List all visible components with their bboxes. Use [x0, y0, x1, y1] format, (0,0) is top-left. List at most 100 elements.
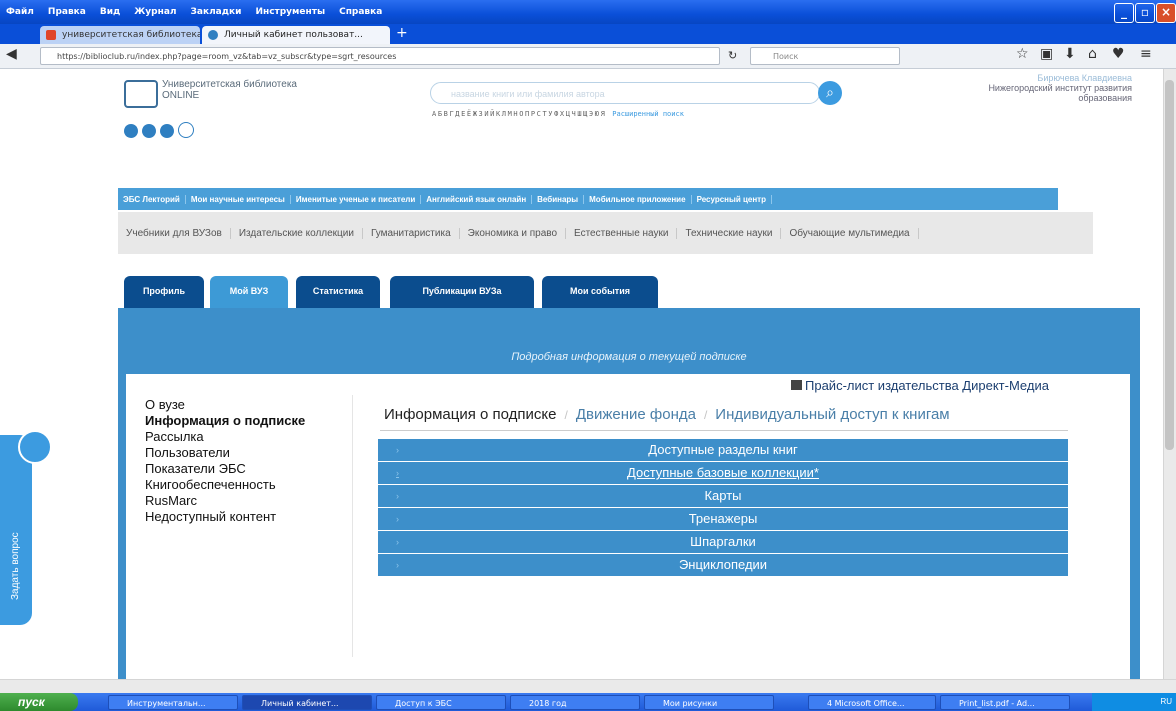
nav-item[interactable]: ЭБС Лекторий	[118, 194, 186, 204]
category-item[interactable]: Обучающие мультимедиа	[781, 227, 919, 239]
side-menu-item[interactable]: Книгообеспеченность	[145, 477, 305, 493]
nav-item[interactable]: Мобильное приложение	[584, 194, 692, 204]
chat-icon[interactable]	[18, 430, 52, 464]
side-menu: О вузе Информация о подписке Рассылка По…	[145, 397, 305, 525]
chevron-icon: ›	[396, 468, 399, 478]
menu-edit[interactable]: Правка	[48, 7, 86, 17]
section-row-encyclopedias[interactable]: › Энциклопедии	[378, 554, 1068, 576]
section-label: Шпаргалки	[690, 534, 756, 549]
tab-profile[interactable]: Профиль	[124, 276, 204, 308]
side-menu-item[interactable]: Пользователи	[145, 445, 305, 461]
main-navigation: ЭБС Лекторий Мои научные интересы Именит…	[118, 188, 1058, 210]
vk-icon[interactable]	[124, 124, 138, 138]
menu-bookmarks[interactable]: Закладки	[191, 7, 242, 17]
taskbar-item-active[interactable]: Личный кабинет...	[242, 695, 372, 710]
nav-item[interactable]: Именитые ученые и писатели	[291, 194, 422, 204]
browser-tab-library[interactable]: университетская библиотека	[40, 26, 200, 44]
tab-my-university[interactable]: Мой ВУЗ	[210, 276, 288, 308]
taskbar-item[interactable]: Мои рисунки	[644, 695, 774, 710]
info-tab-individual[interactable]: Индивидуальный доступ к книгам	[715, 406, 949, 423]
category-item[interactable]: Экономика и право	[460, 227, 567, 239]
menu-file[interactable]: Файл	[6, 7, 34, 17]
taskbar-item[interactable]: Print_list.pdf - Ad...	[940, 695, 1070, 710]
search-placeholder: Поиск	[773, 52, 799, 61]
url-text: https://biblioclub.ru/index.php?page=roo…	[57, 52, 397, 61]
section-row-books[interactable]: › Доступные разделы книг	[378, 439, 1068, 461]
category-item[interactable]: Естественные науки	[566, 227, 678, 239]
category-item[interactable]: Издательские коллекции	[231, 227, 363, 239]
panel-header: Подробная информация о текущей подписке	[511, 351, 747, 363]
pocket-icon[interactable]: ♥	[1112, 46, 1125, 62]
tab-my-events[interactable]: Мои события	[542, 276, 658, 308]
browser-tab-label: Личный кабинет пользоват...	[224, 30, 363, 40]
site-search-input[interactable]: название книги или фамилия автора	[430, 82, 820, 104]
sections-accordion: › Доступные разделы книг › Доступные базов…	[378, 439, 1068, 577]
section-row-trainers[interactable]: › Тренажеры	[378, 508, 1068, 530]
section-row-collections[interactable]: › Доступные базовые коллекции*	[378, 462, 1068, 484]
info-tab-subscription[interactable]: Информация о подписке	[384, 406, 556, 423]
taskbar-item[interactable]: Доступ к ЭБС	[376, 695, 506, 710]
browser-search-input[interactable]: Поиск	[750, 47, 900, 65]
bookmark-star-icon[interactable]: ☆	[1016, 46, 1029, 62]
browser-tab-cabinet[interactable]: Личный кабинет пользоват...	[202, 26, 390, 44]
facebook-icon[interactable]	[142, 124, 156, 138]
alphabet-letters[interactable]: АБВГДЕЁЖЗИЙКЛМНОПРСТУФХЦЧШЩЭЮЯ	[432, 110, 606, 118]
horizontal-scrollbar[interactable]	[0, 679, 1176, 694]
download-icon[interactable]: ⬇	[1064, 46, 1076, 62]
taskbar-item[interactable]: 2018 год	[510, 695, 640, 710]
category-item[interactable]: Технические науки	[677, 227, 782, 239]
tab-statistics[interactable]: Статистика	[296, 276, 380, 308]
side-menu-item[interactable]: О вузе	[145, 397, 305, 413]
nav-item[interactable]: Вебинары	[532, 194, 585, 204]
reload-icon[interactable]: ↻	[728, 49, 737, 62]
start-button[interactable]: пуск	[0, 693, 78, 711]
alphabet-index: АБВГДЕЁЖЗИЙКЛМНОПРСТУФХЦЧШЩЭЮЯ Расширенн…	[432, 110, 684, 118]
side-menu-item[interactable]: RusMarc	[145, 493, 305, 509]
side-menu-item[interactable]: Недоступный контент	[145, 509, 305, 525]
category-item[interactable]: Гуманитаристика	[363, 227, 460, 239]
scrollbar-thumb[interactable]	[1165, 80, 1174, 450]
menu-history[interactable]: Журнал	[134, 7, 176, 17]
language-indicator[interactable]: RU	[1160, 697, 1172, 706]
twitter-icon[interactable]	[160, 124, 174, 138]
nav-item[interactable]: Английский язык онлайн	[421, 194, 533, 204]
nav-item[interactable]: Ресурсный центр	[692, 194, 772, 204]
close-button[interactable]: ×	[1156, 3, 1176, 23]
clipboard-icon[interactable]: ▣	[1040, 46, 1053, 62]
section-label: Доступные разделы книг	[648, 442, 798, 457]
side-menu-item[interactable]: Рассылка	[145, 429, 305, 445]
section-row-cheatsheets[interactable]: › Шпаргалки	[378, 531, 1068, 553]
category-item[interactable]: Учебники для ВУЗов	[118, 227, 231, 239]
menu-help[interactable]: Справка	[339, 7, 382, 17]
side-menu-item[interactable]: Показатели ЭБС	[145, 461, 305, 477]
favicon-icon	[208, 30, 218, 40]
maximize-button[interactable]: ▫	[1135, 3, 1155, 23]
tab-publications[interactable]: Публикации ВУЗа	[390, 276, 534, 308]
back-icon[interactable]: ◀	[6, 46, 17, 62]
chevron-icon: ›	[396, 514, 399, 524]
advanced-search-link[interactable]: Расширенный поиск	[612, 110, 684, 118]
link-icon[interactable]	[178, 122, 194, 138]
section-row-maps[interactable]: › Карты	[378, 485, 1068, 507]
info-tab-fund[interactable]: Движение фонда	[576, 406, 696, 423]
side-menu-item-active[interactable]: Информация о подписке	[145, 413, 305, 429]
menu-view[interactable]: Вид	[100, 7, 120, 17]
logo-line-2: ONLINE	[162, 90, 200, 101]
tab-separator: /	[703, 408, 708, 422]
hamburger-menu-icon[interactable]: ≡	[1140, 46, 1152, 62]
menu-tools[interactable]: Инструменты	[255, 7, 325, 17]
nav-item[interactable]: Мои научные интересы	[186, 194, 291, 204]
new-tab-icon[interactable]: +	[396, 25, 408, 41]
user-name-link[interactable]: Бирючева Клавдиевна	[872, 73, 1132, 83]
url-input[interactable]: https://biblioclub.ru/index.php?page=roo…	[40, 47, 720, 65]
search-button[interactable]: ⌕	[818, 81, 842, 105]
chevron-icon: ›	[396, 560, 399, 570]
logo-text: Университетская библиотека ONLINE	[162, 79, 297, 101]
price-list-link[interactable]: Прайс-лист издательства Директ-Медиа	[791, 378, 1049, 393]
user-org: Нижегородский институт развития	[988, 83, 1132, 93]
user-block: Бирючева Клавдиевна Нижегородский инстит…	[872, 73, 1132, 103]
taskbar-item[interactable]: Инструментальн...	[108, 695, 238, 710]
taskbar-item[interactable]: 4 Microsoft Office...	[808, 695, 936, 710]
minimize-button[interactable]: _	[1114, 3, 1134, 23]
home-icon[interactable]: ⌂	[1088, 46, 1097, 62]
